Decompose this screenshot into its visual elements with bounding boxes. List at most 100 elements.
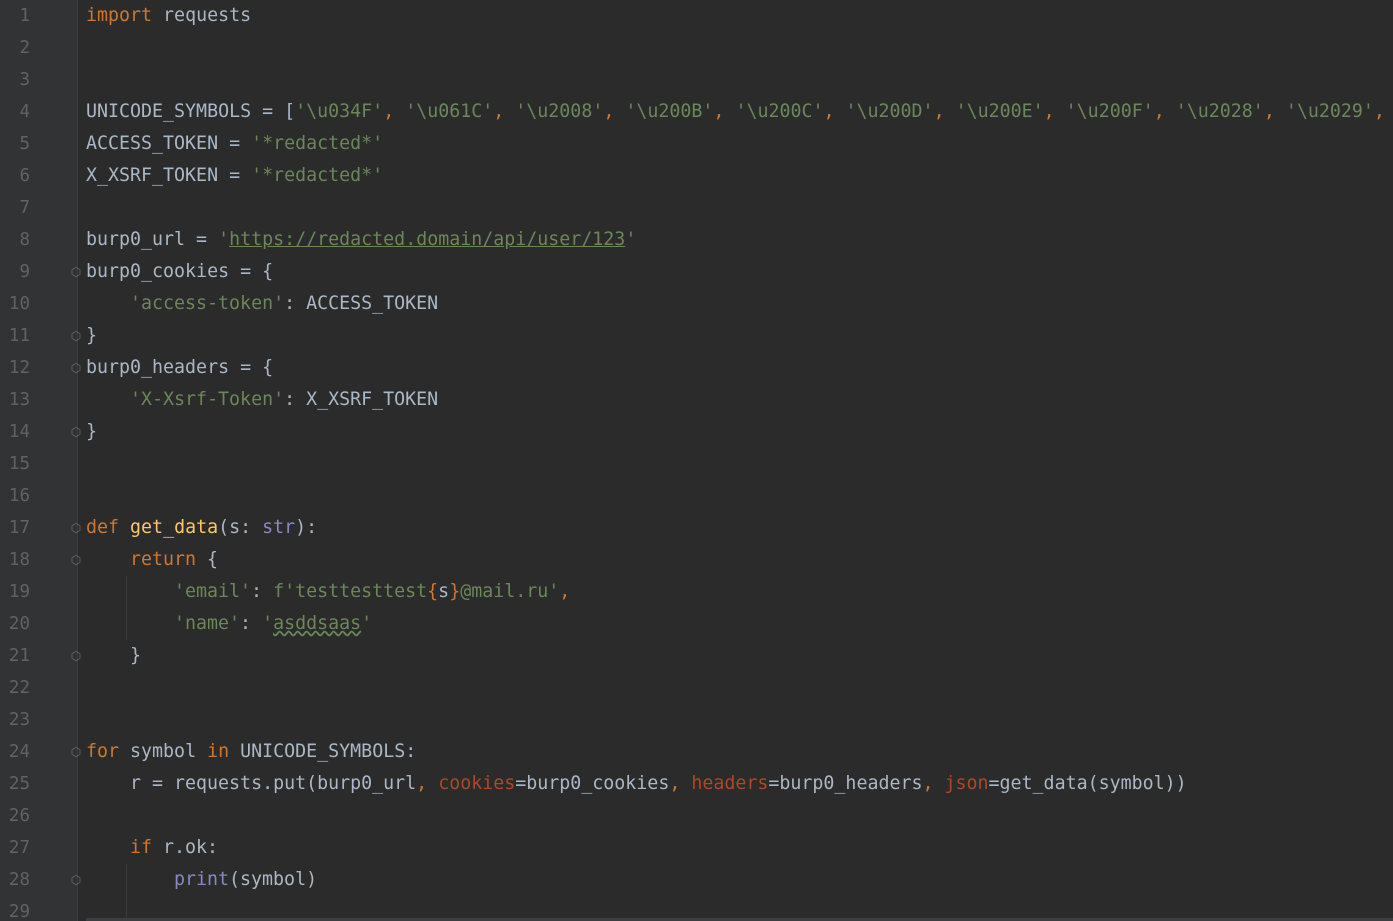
keyword: def bbox=[86, 517, 120, 538]
typo-string: asddsaas bbox=[273, 613, 362, 634]
fold-close-icon[interactable]: ⬡ bbox=[70, 873, 82, 887]
keyword-argument: json bbox=[944, 773, 989, 794]
string-quote: ' bbox=[262, 613, 274, 634]
line-number: 11 bbox=[8, 326, 30, 346]
line-number: 10 bbox=[8, 294, 30, 314]
code-text: ACCESS_TOKEN = bbox=[86, 133, 252, 154]
fold-close-icon[interactable]: ⬡ bbox=[70, 425, 82, 439]
code-text: } bbox=[86, 421, 98, 442]
indent-guide bbox=[126, 576, 127, 640]
code-line-19: 'email': f'testtesttest{s}@mail.ru', bbox=[174, 576, 570, 608]
comma: , bbox=[669, 773, 692, 794]
line-number: 23 bbox=[8, 710, 30, 730]
fstring-brace: } bbox=[449, 581, 461, 602]
code-text: UNICODE_SYMBOLS: bbox=[229, 741, 417, 762]
string-literal: '\u2029' bbox=[1285, 101, 1374, 122]
fold-open-icon[interactable]: ⬡ bbox=[70, 521, 82, 535]
line-number: 16 bbox=[8, 486, 30, 506]
code-text: : bbox=[240, 613, 263, 634]
line-number: 12 bbox=[8, 358, 30, 378]
url-link[interactable]: https://redacted.domain/api/user/123 bbox=[229, 229, 625, 250]
keyword: if bbox=[130, 837, 153, 858]
line-number: 7 bbox=[19, 198, 30, 218]
fold-open-icon[interactable]: ⬡ bbox=[70, 361, 82, 375]
code-text: burp0_url = bbox=[86, 229, 219, 250]
fold-open-icon[interactable]: ⬡ bbox=[70, 553, 82, 567]
line-number: 14 bbox=[8, 422, 30, 442]
code-text: requests bbox=[152, 5, 252, 26]
string-literal: '\u034F' bbox=[295, 101, 384, 122]
string-quote: ' bbox=[625, 229, 637, 250]
line-number: 4 bbox=[19, 102, 30, 122]
code-editor[interactable]: 1 2 3 4 5 6 7 8 9 10 11 12 13 14 15 16 1… bbox=[0, 0, 1393, 921]
string-literal: 'access-token' bbox=[130, 293, 285, 314]
fstring-literal: f'testtesttest bbox=[273, 581, 428, 602]
line-number-gutter[interactable]: 1 2 3 4 5 6 7 8 9 10 11 12 13 14 15 16 1… bbox=[0, 0, 78, 921]
keyword: import bbox=[86, 5, 153, 26]
string-literal: '\u2028' bbox=[1175, 101, 1264, 122]
line-number: 6 bbox=[19, 166, 30, 186]
code-line-4: UNICODE_SYMBOLS = ['\u034F', '\u061C', '… bbox=[86, 101, 1385, 122]
code-text: symbol bbox=[119, 741, 208, 762]
code-text: : ACCESS_TOKEN bbox=[284, 293, 439, 314]
string-literal: '\u200E' bbox=[955, 101, 1044, 122]
line-number: 15 bbox=[8, 454, 30, 474]
builtin-function: print bbox=[174, 869, 230, 890]
code-text: : bbox=[251, 581, 274, 602]
code-text: burp0_cookies = { bbox=[86, 261, 274, 282]
code-text: burp0_headers = { bbox=[86, 357, 274, 378]
code-text: r = requests.put(burp0_url bbox=[130, 773, 417, 794]
comma: , bbox=[416, 773, 439, 794]
code-text: r.ok: bbox=[152, 837, 219, 858]
code-text: } bbox=[130, 645, 142, 666]
string-literal: 'X-Xsrf-Token' bbox=[130, 389, 285, 410]
string-quote: ' bbox=[218, 229, 230, 250]
comma: , bbox=[922, 773, 945, 794]
line-number: 22 bbox=[8, 678, 30, 698]
string-literal: '\u200D' bbox=[845, 101, 934, 122]
string-literal: '*redacted*' bbox=[251, 133, 384, 154]
line-number: 19 bbox=[8, 582, 30, 602]
string-literal: 'email' bbox=[174, 581, 252, 602]
code-line-17: def get_data(s: str): bbox=[86, 512, 317, 544]
keyword-argument: headers bbox=[691, 773, 769, 794]
keyword: in bbox=[207, 741, 230, 762]
line-number: 1 bbox=[19, 6, 30, 26]
line-number: 5 bbox=[19, 134, 30, 154]
code-line-9: burp0_cookies = { bbox=[86, 256, 273, 288]
code-line-6: X_XSRF_TOKEN = '*redacted*' bbox=[86, 160, 383, 192]
keyword: for bbox=[86, 741, 120, 762]
line-number: 28 bbox=[8, 870, 30, 890]
code-line-13: 'X-Xsrf-Token': X_XSRF_TOKEN bbox=[130, 384, 438, 416]
code-line-1: import requests bbox=[86, 0, 251, 32]
fold-open-icon[interactable]: ⬡ bbox=[70, 265, 82, 279]
line-number: 29 bbox=[8, 902, 30, 921]
fold-open-icon[interactable]: ⬡ bbox=[70, 745, 82, 759]
code-line-5: ACCESS_TOKEN = '*redacted*' bbox=[86, 128, 383, 160]
fold-close-icon[interactable]: ⬡ bbox=[70, 649, 82, 663]
line-number: 8 bbox=[19, 230, 30, 250]
code-line-11: } bbox=[86, 320, 97, 352]
fold-close-icon[interactable]: ⬡ bbox=[70, 329, 82, 343]
line-number: 26 bbox=[8, 806, 30, 826]
string-quote: ' bbox=[361, 613, 373, 634]
code-line-27: if r.ok: bbox=[130, 832, 218, 864]
line-number: 21 bbox=[8, 646, 30, 666]
line-number: 3 bbox=[19, 70, 30, 90]
code-text: UNICODE_SYMBOLS = [ bbox=[86, 101, 296, 122]
string-literal: '\u200B' bbox=[625, 101, 714, 122]
code-text: ): bbox=[295, 517, 318, 538]
line-number: 2 bbox=[19, 38, 30, 58]
string-literal: 'name' bbox=[174, 613, 241, 634]
code-line-25: r = requests.put(burp0_url, cookies=burp… bbox=[130, 768, 1187, 800]
string-literal: '\u2008' bbox=[515, 101, 604, 122]
comma: , bbox=[559, 581, 571, 602]
code-text: } bbox=[86, 325, 98, 346]
line-number: 24 bbox=[8, 742, 30, 762]
line-number: 20 bbox=[8, 614, 30, 634]
code-line-12: burp0_headers = { bbox=[86, 352, 273, 384]
line-number: 27 bbox=[8, 838, 30, 858]
line-number: 13 bbox=[8, 390, 30, 410]
code-line-14: } bbox=[86, 416, 97, 448]
code-text: =burp0_cookies bbox=[515, 773, 670, 794]
